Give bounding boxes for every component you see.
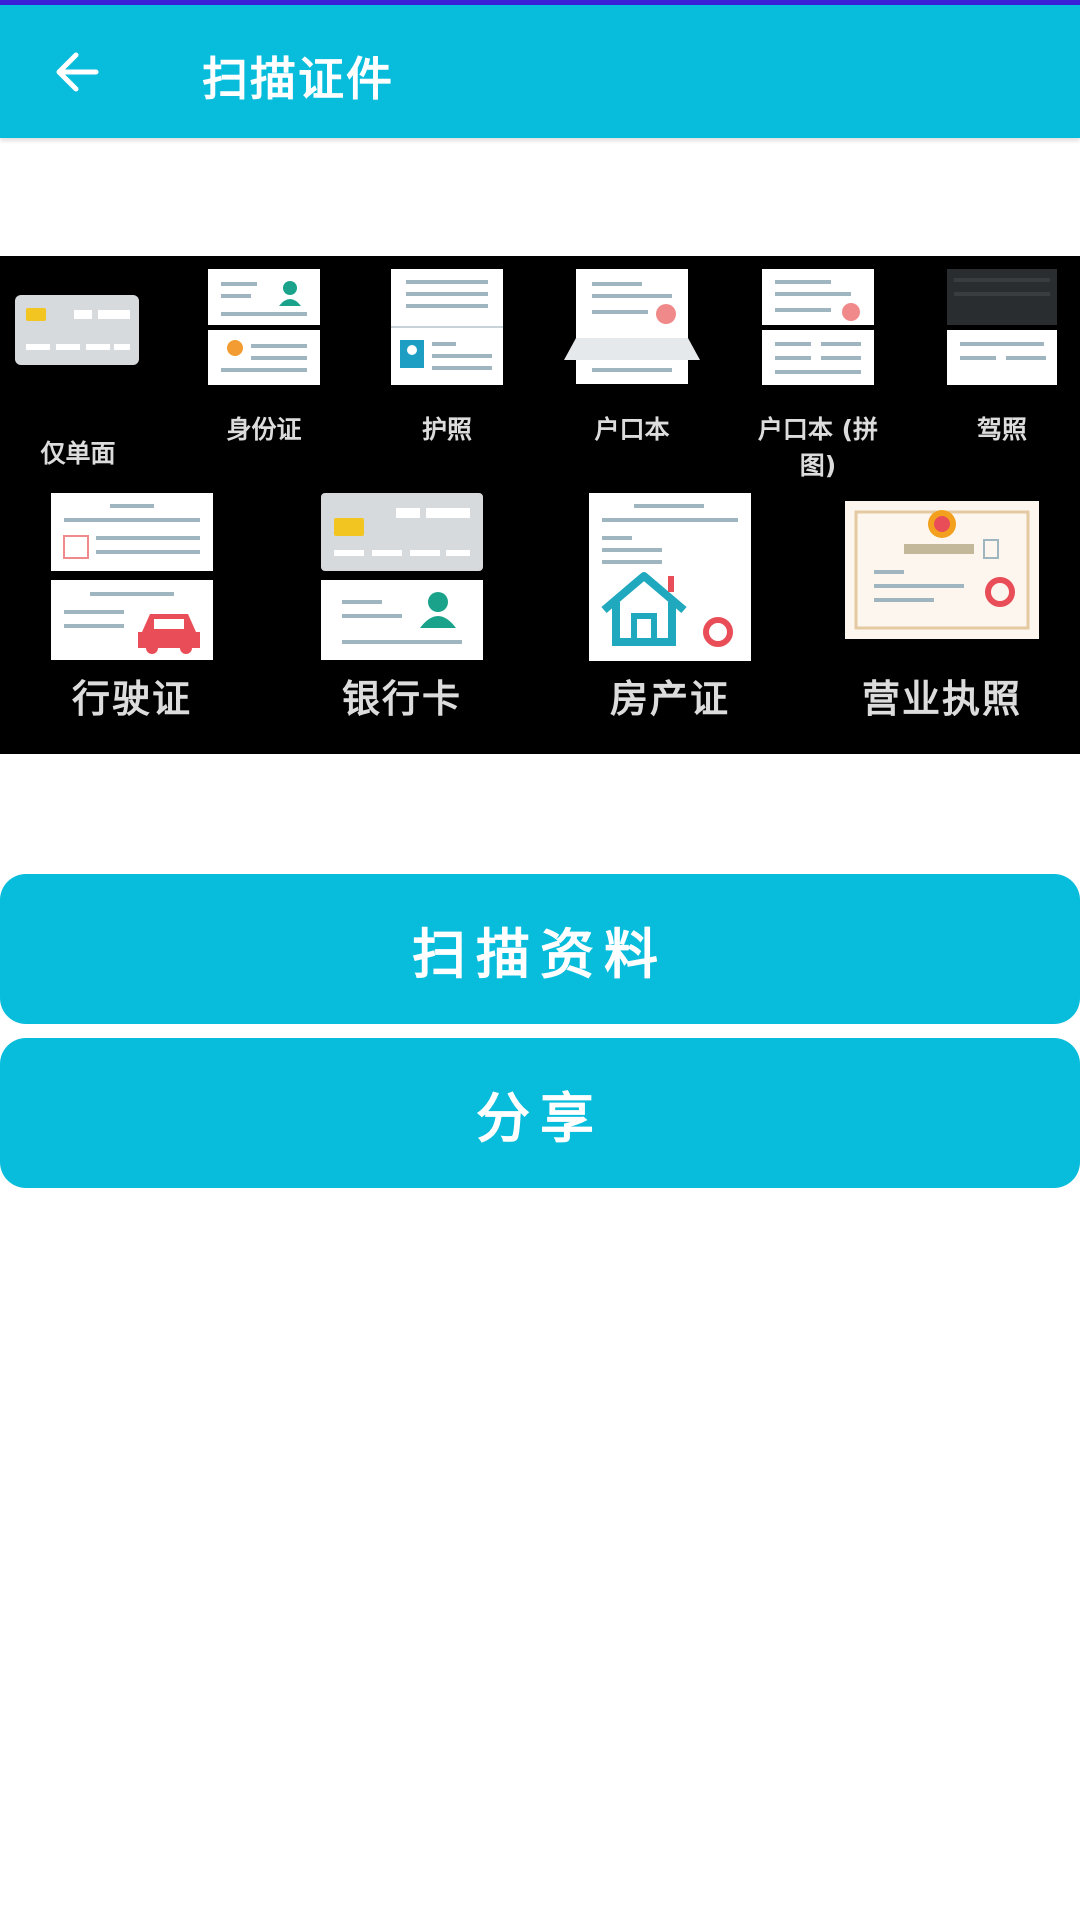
doc-type-business-license: 营业执照: [842, 492, 1042, 732]
doc-label: 仅单面: [40, 439, 116, 468]
share-button[interactable]: 分享: [0, 1038, 1080, 1188]
doc-type-property-certificate: 房产证: [586, 492, 754, 732]
doc-label-wrap: 图): [799, 451, 837, 480]
doc-type-driver-license: 驾照: [944, 268, 1060, 448]
household-book-icon: [564, 269, 700, 384]
doc-type-bank-card: 银行卡: [318, 492, 486, 732]
doc-label: 行驶证: [71, 677, 192, 721]
driver-license-icon: [947, 269, 1057, 385]
business-license-icon: [845, 501, 1039, 639]
document-types-banner: 仅单面 身份证 护照 户口本 户口本 (拼 图) 驾照 行驶证 银行卡 房产证 …: [0, 256, 1080, 754]
property-certificate-icon: [589, 493, 751, 661]
doc-label: 营业执照: [861, 677, 1022, 721]
doc-type-passport: 护照: [388, 268, 506, 448]
card-icon: [15, 295, 139, 365]
bank-card-icon: [321, 493, 483, 660]
page-title: 扫描证件: [202, 52, 394, 106]
back-button[interactable]: [40, 35, 114, 109]
doc-type-id-card: 身份证: [205, 268, 323, 448]
doc-label: 驾照: [976, 415, 1027, 444]
id-card-icon: [208, 269, 320, 385]
doc-type-vehicle-license: 行驶证: [48, 492, 216, 732]
doc-label: 户口本: [594, 415, 670, 444]
doc-type-household-register-merged: 户口本 (拼 图): [742, 268, 894, 488]
vehicle-license-icon: [51, 493, 213, 660]
doc-type-household-register: 户口本: [562, 268, 702, 448]
arrow-left-icon: [56, 52, 99, 92]
doc-label: 房产证: [609, 677, 730, 721]
doc-label: 护照: [421, 415, 472, 444]
passport-icon: [391, 269, 503, 385]
app-bar: 扫描证件: [0, 5, 1080, 138]
doc-label: 身份证: [226, 415, 302, 444]
scan-document-button[interactable]: 扫描资料: [0, 874, 1080, 1024]
doc-label: 户口本 (拼: [757, 415, 879, 444]
doc-label: 银行卡: [341, 677, 462, 721]
household-book-merged-icon: [762, 269, 874, 385]
doc-type-single-side: 仅单面: [14, 294, 142, 468]
